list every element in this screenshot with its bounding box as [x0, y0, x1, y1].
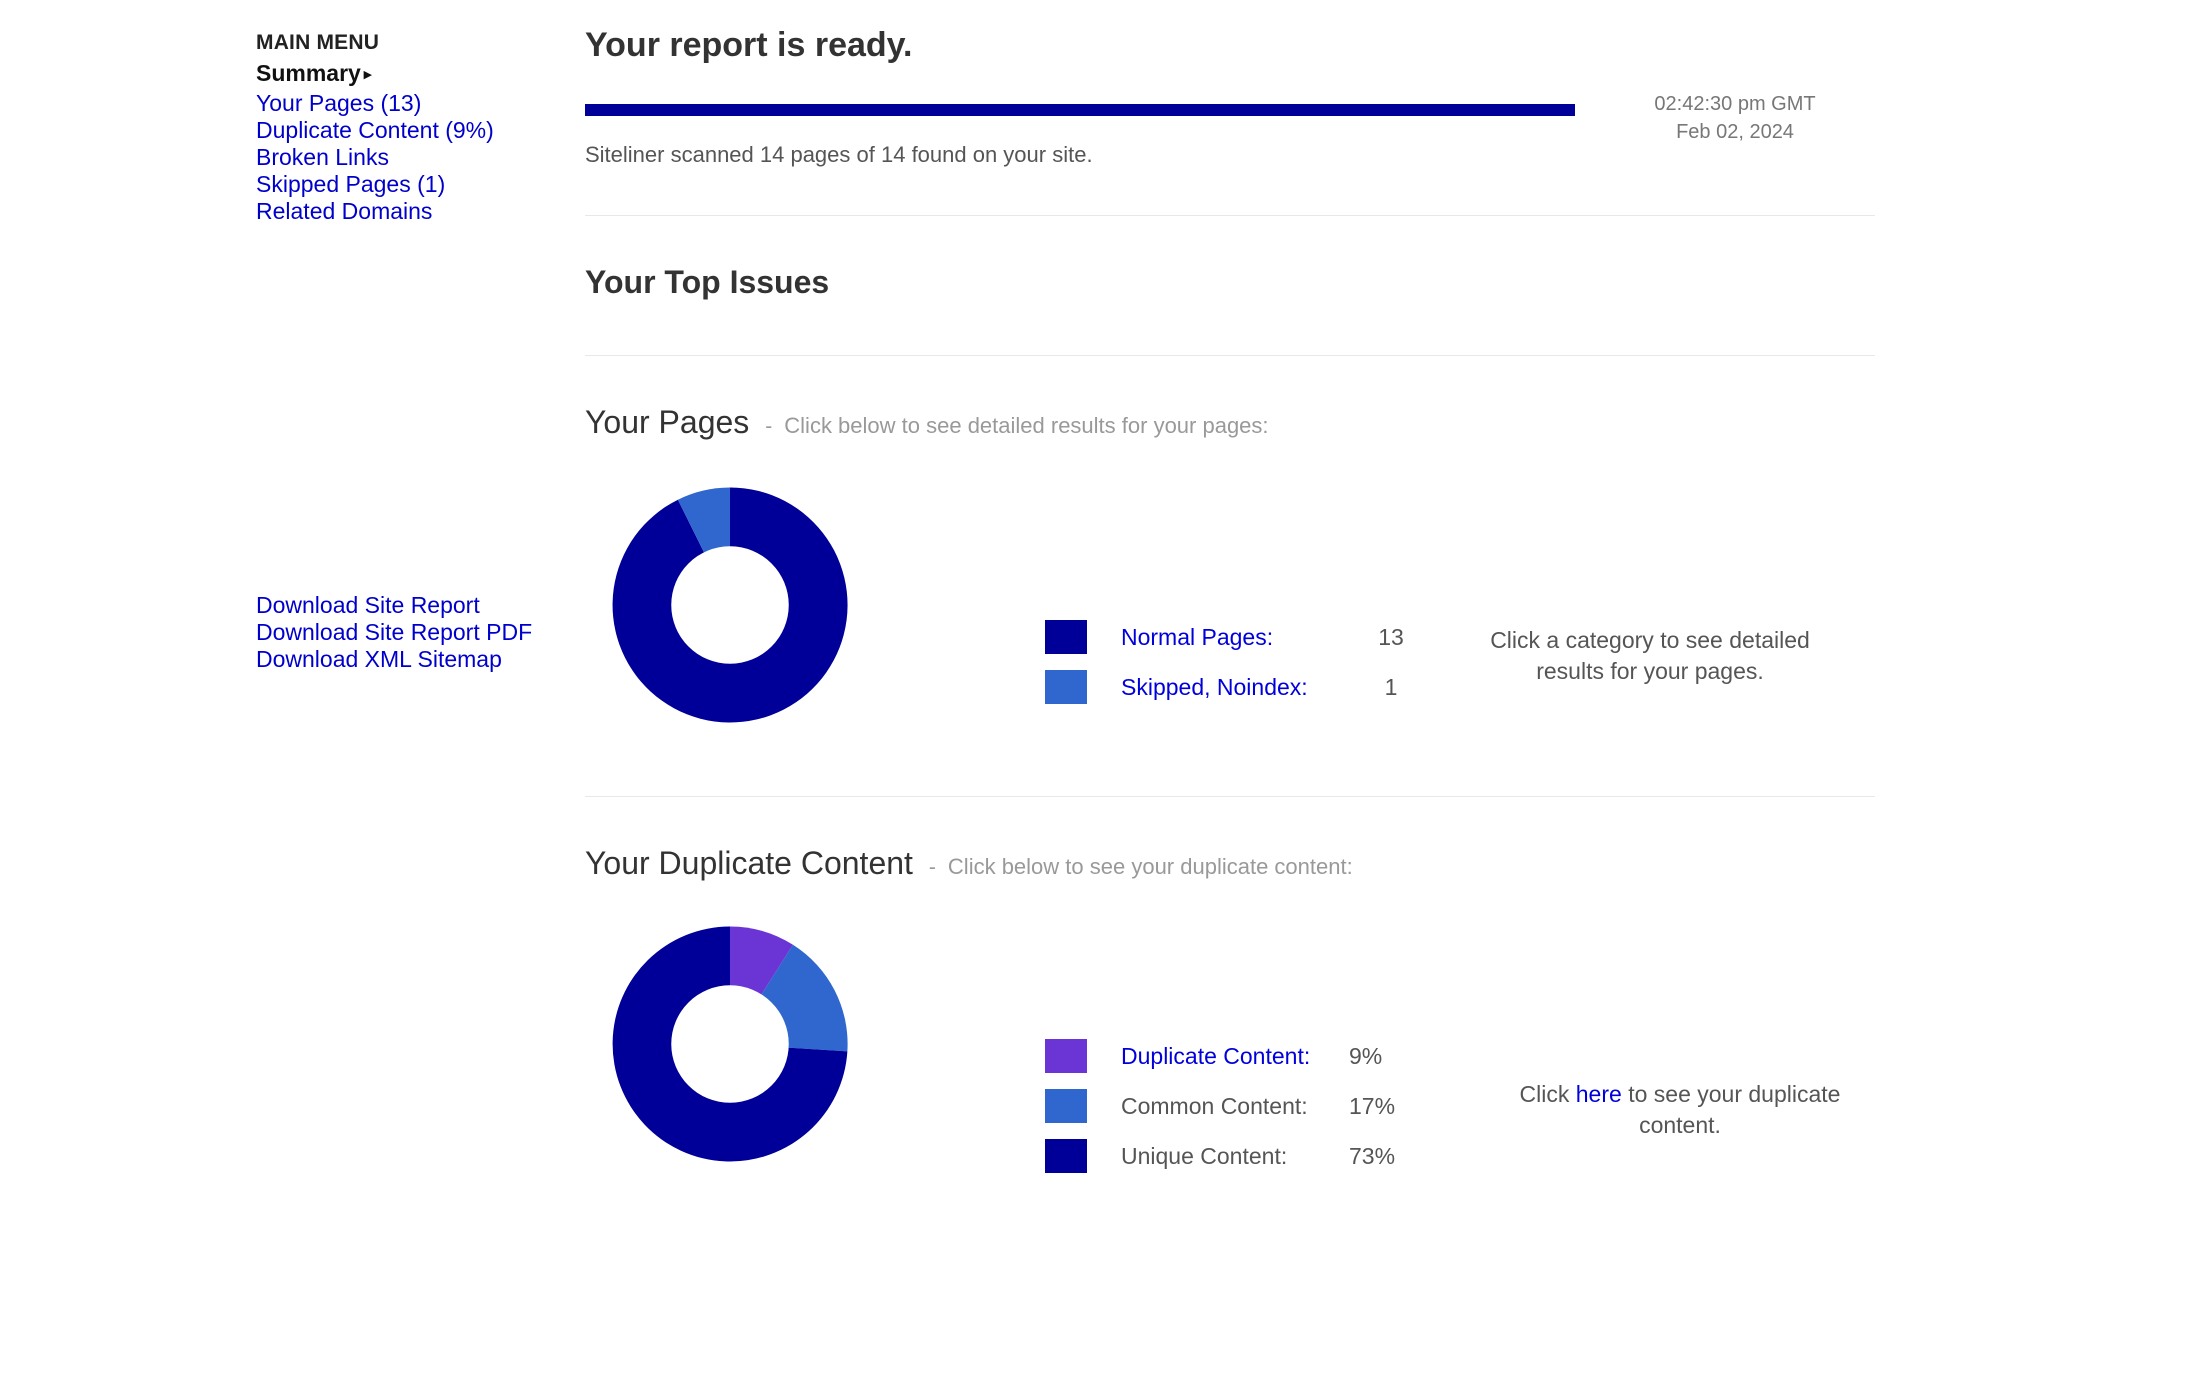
page-title: Your report is ready. [585, 26, 913, 64]
download-site-report-link[interactable]: Download Site Report [256, 592, 576, 619]
sidebar-item-summary-label: Summary [256, 60, 361, 86]
legend-label-skipped-noindex[interactable]: Skipped, Noindex: [1121, 674, 1351, 701]
legend-label-normal-pages[interactable]: Normal Pages: [1121, 624, 1351, 651]
report-time: 02:42:30 pm GMT [1654, 93, 1816, 115]
sidebar-downloads: Download Site Report Download Site Repor… [256, 592, 576, 673]
legend-swatch-common-content [1045, 1089, 1087, 1123]
your-pages-header: Your Pages - Click below to see detailed… [585, 402, 1875, 442]
your-pages-donut-chart[interactable] [605, 480, 855, 730]
sidebar-item-related-domains[interactable]: Related Domains [256, 198, 556, 225]
donut-hole [671, 985, 789, 1103]
duplicate-content-chart-block: Duplicate Content: 9% Common Content: 17… [585, 919, 1875, 1179]
legend-item-duplicate-content[interactable]: Duplicate Content: 9% [1045, 1031, 1439, 1081]
scan-progress-fill [585, 104, 1575, 116]
duplicate-content-title: Your Duplicate Content [585, 845, 913, 881]
legend-item-skipped-noindex[interactable]: Skipped, Noindex: 1 [1045, 662, 1431, 712]
legend-item-common-content[interactable]: Common Content: 17% [1045, 1081, 1439, 1131]
duplicate-content-subtitle: Click below to see your duplicate conten… [947, 854, 1353, 879]
legend-value-duplicate-content: 9% [1349, 1042, 1383, 1069]
your-pages-legend: Normal Pages: 13 Skipped, Noindex: 1 [1045, 612, 1431, 712]
your-pages-donut-svg [612, 487, 848, 723]
duplicate-content-header: Your Duplicate Content - Click below to … [585, 843, 1875, 883]
your-pages-title: Your Pages [585, 404, 750, 440]
duplicate-content-donut-chart[interactable] [605, 919, 855, 1169]
duplicate-hint-link[interactable]: here [1576, 1081, 1622, 1107]
main-content: Your report is ready. 02:42:30 pm GMT Fe… [585, 0, 1875, 1179]
legend-item-normal-pages[interactable]: Normal Pages: 13 [1045, 612, 1431, 662]
duplicate-content-hint: Click here to see your duplicate content… [1485, 1079, 1875, 1141]
duplicate-content-donut-svg [612, 926, 848, 1162]
your-pages-dash: - [765, 415, 773, 438]
download-xml-sitemap-link[interactable]: Download XML Sitemap [256, 646, 576, 673]
divider-1 [585, 215, 1875, 216]
sidebar-item-summary[interactable]: Summary ▸ [256, 58, 556, 90]
scan-progress-row: 02:42:30 pm GMT Feb 02, 2024 [585, 93, 1875, 143]
sidebar-item-broken-links[interactable]: Broken Links [256, 144, 556, 171]
legend-value-normal-pages: 13 [1378, 623, 1404, 650]
duplicate-content-dash: - [928, 856, 936, 879]
legend-label-common-content: Common Content: [1121, 1092, 1308, 1119]
legend-value-common-content: 17% [1349, 1092, 1396, 1119]
divider-3 [585, 796, 1875, 797]
sidebar-main-menu: MAIN MENU Summary ▸ Your Pages (13) Dupli… [256, 28, 556, 225]
report-date: Feb 02, 2024 [1676, 121, 1794, 143]
duplicate-hint-before: Click [1519, 1081, 1576, 1107]
your-pages-hint: Click a category to see detailed results… [1490, 627, 1810, 684]
sidebar-heading: MAIN MENU [256, 31, 380, 54]
your-pages-chart-block: Normal Pages: 13 Skipped, Noindex: 1 Cli… [585, 480, 1875, 750]
download-site-report-pdf-link[interactable]: Download Site Report PDF [256, 619, 576, 646]
sidebar-item-your-pages[interactable]: Your Pages (13) [256, 90, 556, 117]
legend-swatch-normal-pages [1045, 620, 1087, 654]
legend-label-unique-content: Unique Content: [1121, 1142, 1288, 1169]
duplicate-hint-after: to see your duplicate content. [1621, 1081, 1841, 1138]
sidebar-item-skipped-pages[interactable]: Skipped Pages (1) [256, 171, 556, 198]
donut-hole [671, 546, 789, 664]
divider-2 [585, 355, 1875, 356]
duplicate-content-legend: Duplicate Content: 9% Common Content: 17… [1045, 1031, 1439, 1181]
legend-label-duplicate-content[interactable]: Duplicate Content: [1121, 1043, 1349, 1070]
legend-swatch-skipped-noindex [1045, 670, 1087, 704]
legend-value-unique-content: 73% [1349, 1142, 1396, 1169]
top-issues-title: Your Top Issues [585, 264, 830, 300]
your-pages-subtitle: Click below to see detailed results for … [784, 413, 1269, 438]
legend-value-skipped-noindex: 1 [1384, 673, 1398, 700]
legend-item-unique-content[interactable]: Unique Content: 73% [1045, 1131, 1439, 1181]
scan-progress-bar [585, 104, 1575, 116]
report-page: MAIN MENU Summary ▸ Your Pages (13) Dupli… [0, 0, 2198, 1380]
chevron-right-icon: ▸ [363, 66, 372, 83]
legend-swatch-unique-content [1045, 1139, 1087, 1173]
sidebar-item-duplicate-content[interactable]: Duplicate Content (9%) [256, 117, 556, 144]
report-timestamp: 02:42:30 pm GMT Feb 02, 2024 [1595, 90, 1875, 146]
legend-swatch-duplicate-content [1045, 1039, 1087, 1073]
